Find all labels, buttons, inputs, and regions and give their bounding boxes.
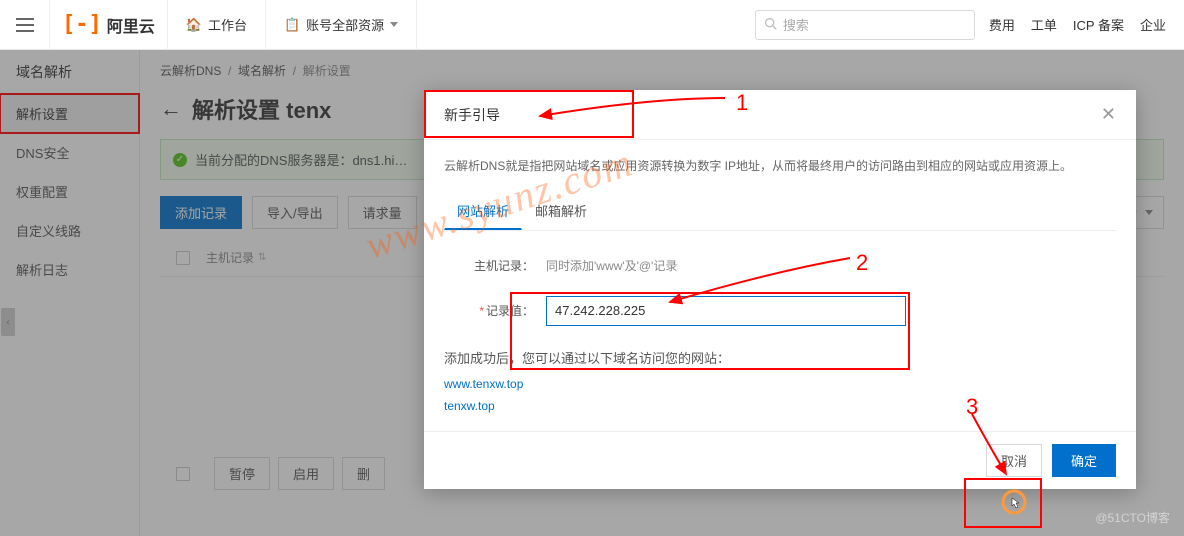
brand-logo[interactable]: [-] 阿里云 <box>50 0 168 50</box>
top-link-ticket[interactable]: 工单 <box>1031 15 1057 34</box>
list-icon: 📋 <box>284 17 300 33</box>
result-link-root[interactable]: tenxw.top <box>444 399 1116 413</box>
top-link-fee[interactable]: 费用 <box>989 15 1015 34</box>
search-icon <box>764 17 777 33</box>
menu-toggle[interactable] <box>0 0 50 50</box>
home-icon: 🏠 <box>186 17 202 33</box>
workbench-label: 工作台 <box>208 15 247 34</box>
value-host-record: 同时添加'www'及'@'记录 <box>546 257 677 274</box>
workbench-button[interactable]: 🏠 工作台 <box>168 0 266 50</box>
record-value-input[interactable] <box>546 296 906 326</box>
wizard-modal: 新手引导 ✕ 云解析DNS就是指把网站域名或应用资源转换为数字 IP地址，从而将… <box>424 90 1136 489</box>
label-host-record: 主机记录： <box>444 257 534 274</box>
topbar: [-] 阿里云 🏠 工作台 📋 账号全部资源 搜索 费用 工单 ICP 备案 企… <box>0 0 1184 50</box>
modal-description: 云解析DNS就是指把网站域名或应用资源转换为数字 IP地址，从而将最终用户的访问… <box>444 156 1116 178</box>
after-add-note: 添加成功后，您可以通过以下域名访问您的网站： <box>444 348 1116 367</box>
top-link-enterprise[interactable]: 企业 <box>1140 15 1166 34</box>
tab-site-resolve[interactable]: 网站解析 <box>444 192 522 230</box>
label-record-value: *记录值： <box>444 302 534 319</box>
accounts-label: 账号全部资源 <box>306 15 384 34</box>
top-link-icp[interactable]: ICP 备案 <box>1073 15 1124 34</box>
chevron-down-icon <box>390 22 398 27</box>
close-icon[interactable]: ✕ <box>1101 104 1116 125</box>
row-host-record: 主机记录： 同时添加'www'及'@'记录 <box>444 257 1116 274</box>
row-record-value: *记录值： <box>444 296 1116 326</box>
global-search[interactable]: 搜索 <box>755 10 975 40</box>
tab-mail-resolve[interactable]: 邮箱解析 <box>522 192 600 230</box>
logo-bracket-icon: [-] <box>62 12 102 37</box>
modal-tabs: 网站解析 邮箱解析 <box>444 192 1116 231</box>
account-resources-dropdown[interactable]: 📋 账号全部资源 <box>266 0 417 50</box>
ok-button[interactable]: 确定 <box>1052 444 1116 477</box>
search-placeholder: 搜索 <box>783 15 809 34</box>
modal-title: 新手引导 <box>444 105 500 125</box>
modal-footer: 取消 确定 <box>424 431 1136 489</box>
cancel-button[interactable]: 取消 <box>986 444 1042 477</box>
result-link-www[interactable]: www.tenxw.top <box>444 377 1116 391</box>
brand-text: 阿里云 <box>107 13 155 37</box>
top-right-links: 费用 工单 ICP 备案 企业 <box>989 15 1184 34</box>
